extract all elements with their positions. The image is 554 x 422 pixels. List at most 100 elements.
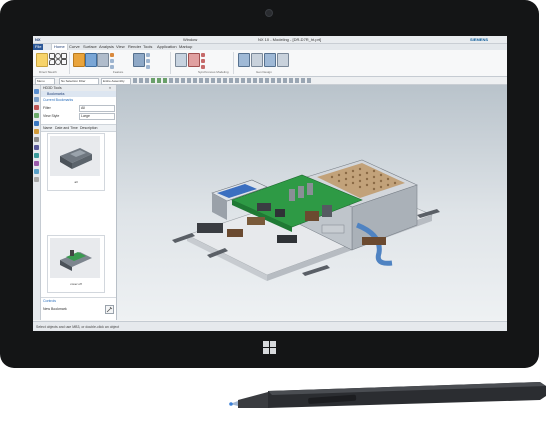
filter-dropdown[interactable]: All — [79, 105, 115, 112]
group-label-direct-sketch: Direct Sketch — [39, 70, 57, 74]
pattern-feature-icon[interactable] — [110, 53, 114, 57]
snap-icon[interactable] — [265, 78, 269, 83]
snap-icon[interactable] — [295, 78, 299, 83]
section-label: Current Bookmarks — [43, 98, 74, 102]
more-button[interactable] — [251, 53, 263, 67]
selection-filter-dropdown[interactable]: No Selection Filter — [59, 78, 99, 85]
snap-icon[interactable] — [151, 78, 155, 83]
graphics-viewport[interactable] — [117, 85, 507, 320]
brand-logo: SIEMENS — [470, 37, 489, 42]
app-logo[interactable]: NX — [35, 36, 41, 43]
delete-face-icon[interactable] — [201, 59, 205, 63]
snap-icon[interactable] — [205, 78, 209, 83]
bookmark-caption: all — [74, 180, 78, 184]
process-studio-icon[interactable] — [34, 153, 39, 158]
tablet-device: NX Window NX 10 - Modeling - [DR-D7R_ht.… — [0, 0, 539, 368]
snap-icon[interactable] — [277, 78, 281, 83]
windows-logo-icon[interactable] — [263, 341, 276, 354]
edge-blend-button[interactable] — [133, 53, 145, 67]
new-bookmark-button[interactable] — [105, 305, 114, 314]
snap-icon[interactable] — [175, 78, 179, 83]
snap-icon[interactable] — [199, 78, 203, 83]
more-button-2[interactable] — [277, 53, 289, 67]
ribbon: Direct Sketch Feature Synchronous Modeli… — [33, 50, 507, 77]
snap-icon[interactable] — [187, 78, 191, 83]
chamfer-icon[interactable] — [146, 53, 150, 57]
bookmark-thumbnail — [50, 238, 100, 278]
snap-icon[interactable] — [163, 78, 167, 83]
bookmark-column-headers: Name Date and Time Description — [41, 124, 116, 132]
shell-icon[interactable] — [110, 65, 114, 69]
camera-icon — [265, 9, 273, 17]
assembly-navigator-icon[interactable] — [34, 89, 39, 94]
view-style-dropdown[interactable]: Large — [79, 113, 115, 120]
column-name[interactable]: Name — [43, 125, 52, 131]
constraint-navigator-icon[interactable] — [34, 97, 39, 102]
window-menu[interactable]: Window — [183, 36, 197, 43]
snap-icon[interactable] — [301, 78, 305, 83]
system-materials-icon[interactable] — [34, 145, 39, 150]
cad-model[interactable] — [117, 85, 507, 320]
resource-bar — [33, 85, 41, 320]
section-label: Controls — [43, 299, 57, 303]
extrude-button[interactable] — [73, 53, 85, 67]
snap-icon[interactable] — [181, 78, 185, 83]
hole-button[interactable] — [85, 53, 97, 67]
bookmark-caption: cover off — [70, 282, 82, 286]
palette-icon[interactable] — [34, 169, 39, 174]
trim-body-icon[interactable] — [146, 59, 150, 63]
snap-icon[interactable] — [169, 78, 173, 83]
snap-icon[interactable] — [157, 78, 161, 83]
current-bookmarks-section[interactable]: Current Bookmarks — [41, 97, 116, 103]
bookmark-item[interactable]: cover off — [47, 235, 105, 293]
stylus-pen-icon — [228, 382, 548, 416]
snap-icon[interactable] — [247, 78, 251, 83]
resize-blend-icon[interactable] — [201, 65, 205, 69]
snap-icon[interactable] — [283, 78, 287, 83]
assemblies-button[interactable] — [264, 53, 276, 67]
column-description[interactable]: Description — [80, 125, 98, 131]
snap-icon[interactable] — [253, 78, 257, 83]
snap-icon[interactable] — [229, 78, 233, 83]
gen-design-button[interactable] — [238, 53, 250, 67]
snap-icon[interactable] — [271, 78, 275, 83]
select-icon[interactable] — [133, 78, 137, 83]
select-icon[interactable] — [145, 78, 149, 83]
snap-icon[interactable] — [193, 78, 197, 83]
screen: NX Window NX 10 - Modeling - [DR-D7R_ht.… — [33, 36, 507, 331]
replace-face-icon[interactable] — [201, 53, 205, 57]
column-date[interactable]: Date and Time — [55, 125, 78, 131]
move-face-button[interactable] — [175, 53, 187, 67]
group-label-gen-design: Gen Design — [256, 70, 272, 74]
web-browser-icon[interactable] — [34, 129, 39, 134]
snap-icon[interactable] — [241, 78, 245, 83]
settings-icon[interactable] — [34, 177, 39, 182]
part-navigator-icon[interactable] — [34, 105, 39, 110]
snap-icon[interactable] — [211, 78, 215, 83]
tab-home[interactable]: Home — [51, 43, 68, 50]
unite-small-icon[interactable] — [110, 59, 114, 63]
snap-icon[interactable] — [223, 78, 227, 83]
polygon-icon[interactable] — [61, 59, 67, 65]
menu-dropdown[interactable]: Menu — [35, 78, 55, 85]
select-icon[interactable] — [139, 78, 143, 83]
unite-button[interactable] — [97, 53, 109, 67]
scope-dropdown[interactable]: Entire Assembly — [101, 78, 131, 85]
snap-icon[interactable] — [307, 78, 311, 83]
draft-icon[interactable] — [146, 65, 150, 69]
hd3d-tools-icon[interactable] — [34, 121, 39, 126]
roles-icon[interactable] — [34, 161, 39, 166]
snap-icon[interactable] — [289, 78, 293, 83]
ribbon-separator — [69, 52, 70, 74]
window-title: NX 10 - Modeling - [DR-D7R_ht.prt] — [258, 37, 322, 42]
snap-icon[interactable] — [259, 78, 263, 83]
history-icon[interactable] — [34, 137, 39, 142]
snap-icon[interactable] — [235, 78, 239, 83]
snap-icon[interactable] — [217, 78, 221, 83]
title-bar: NX Window NX 10 - Modeling - [DR-D7R_ht.… — [33, 36, 507, 44]
reuse-library-icon[interactable] — [34, 113, 39, 118]
offset-region-button[interactable] — [188, 53, 200, 67]
sketch-button[interactable] — [36, 53, 48, 67]
bookmark-item[interactable]: all — [47, 133, 105, 191]
controls-section[interactable]: Controls — [41, 297, 116, 304]
